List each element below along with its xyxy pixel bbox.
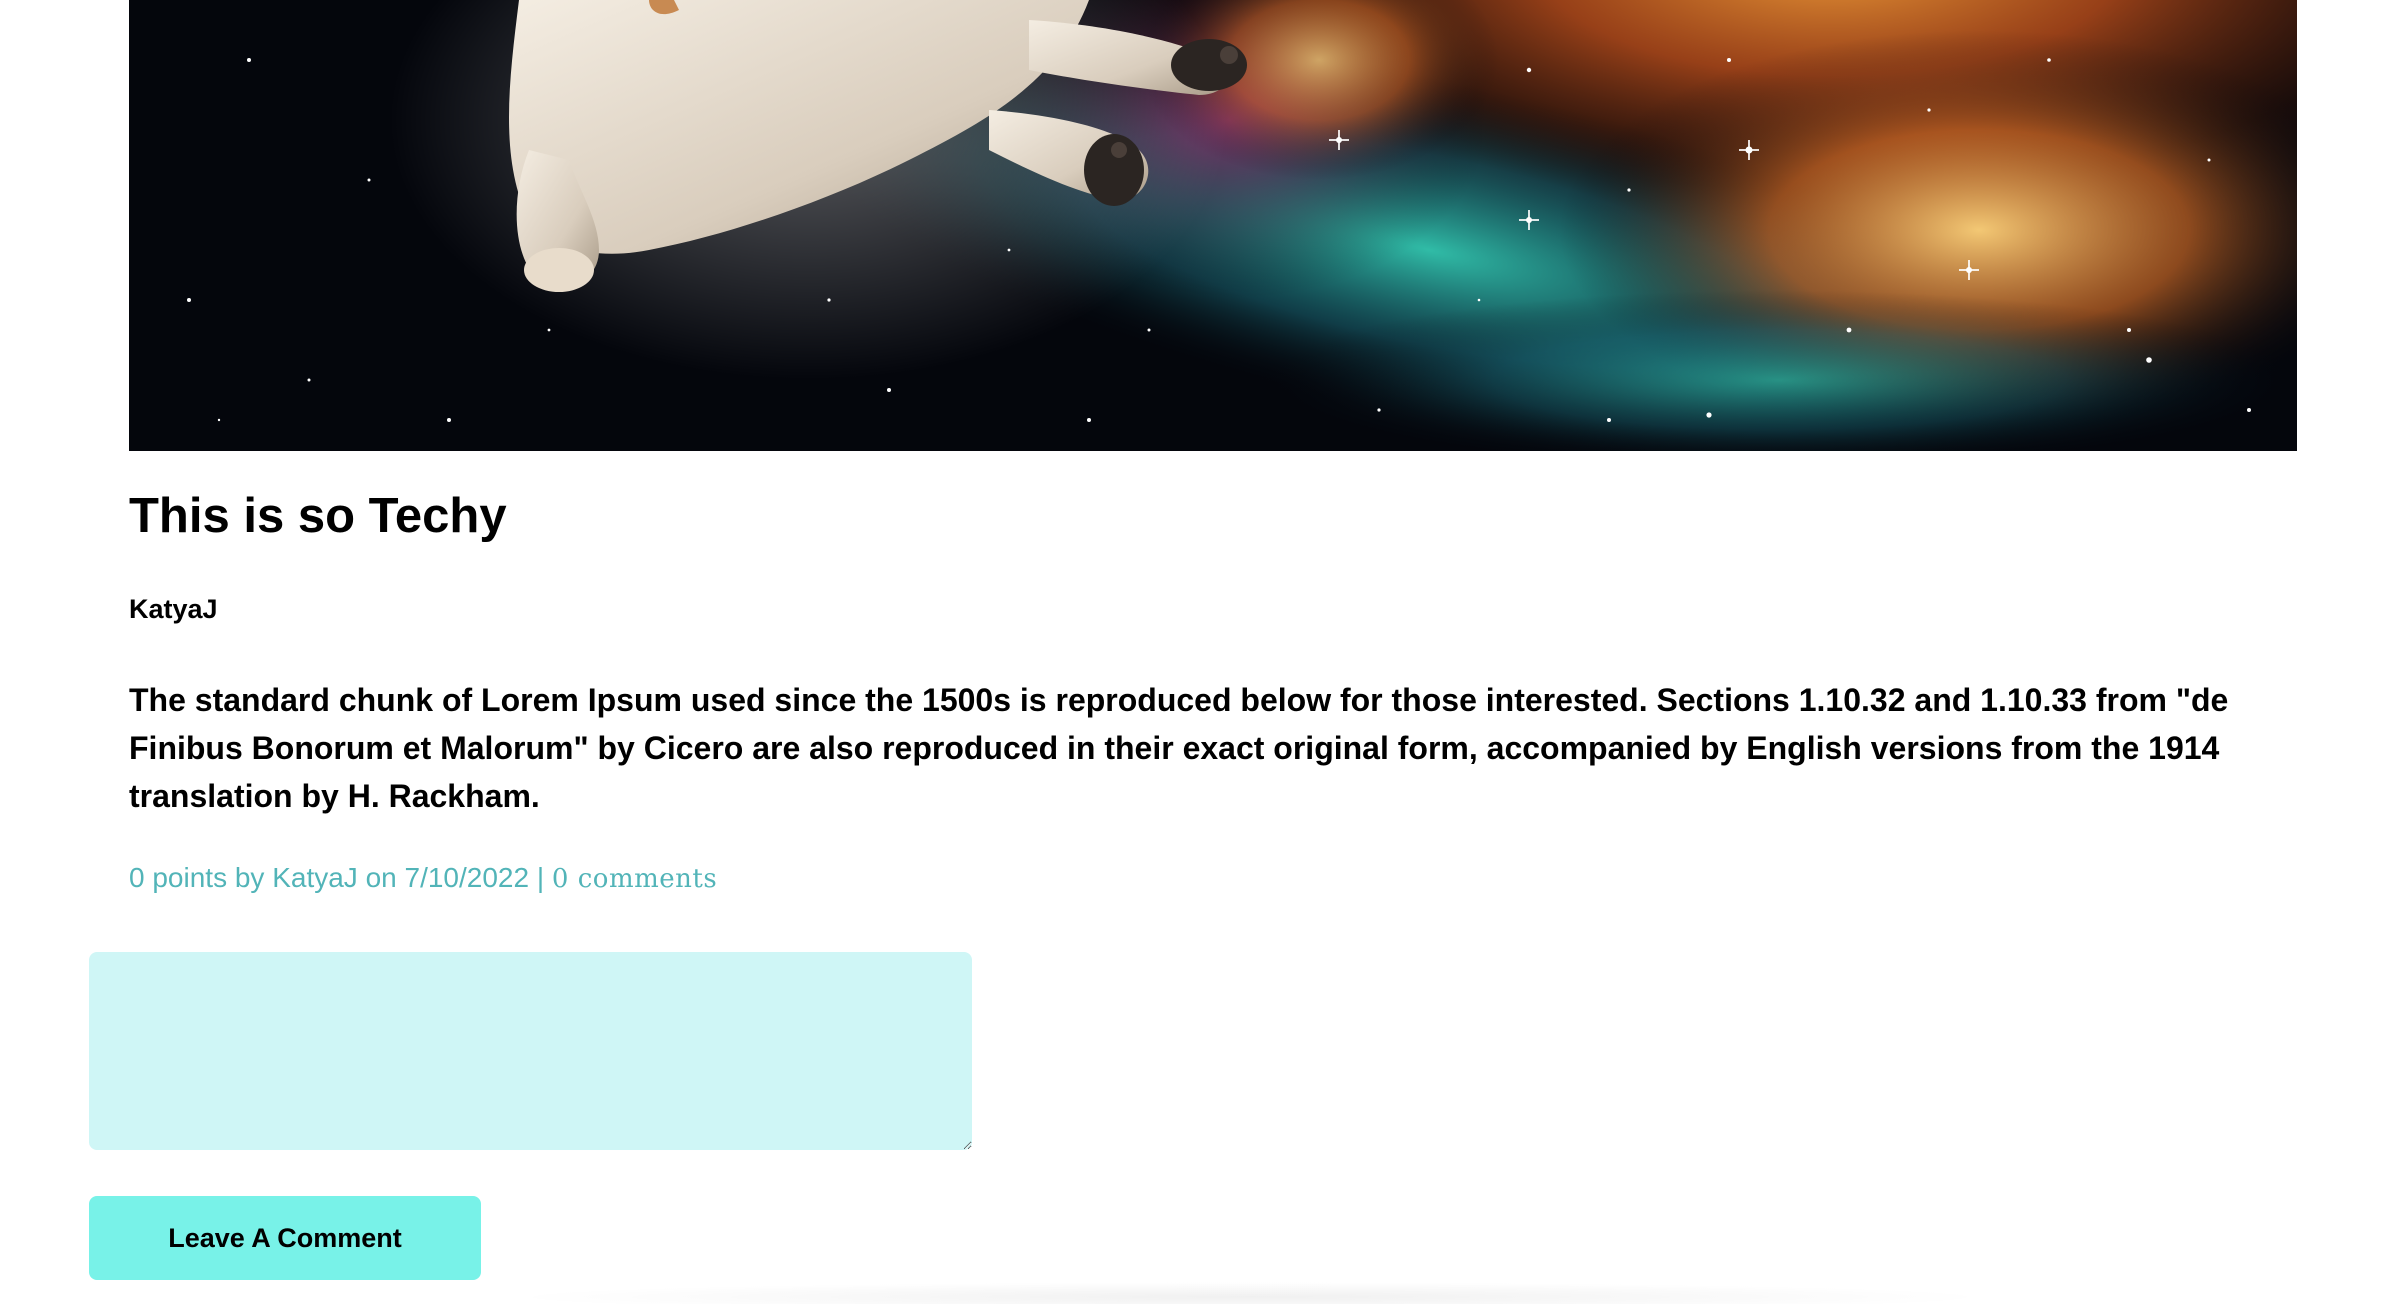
post-page: This is so Techy KatyaJ The standard chu… bbox=[0, 0, 2406, 1304]
hero-image bbox=[129, 0, 2297, 451]
post-meta: 0 points by KatyaJ on 7/10/2022 | 0 comm… bbox=[129, 858, 717, 899]
comment-textarea[interactable] bbox=[89, 952, 972, 1150]
post-author: KatyaJ bbox=[129, 594, 218, 624]
footer-shadow bbox=[500, 1282, 2000, 1304]
meta-separator: | bbox=[536, 862, 545, 893]
leave-comment-button[interactable]: Leave A Comment bbox=[89, 1196, 481, 1280]
post-points-text: 0 points by KatyaJ on 7/10/2022 bbox=[129, 862, 530, 893]
space-dog-image bbox=[129, 0, 2297, 451]
post-title: This is so Techy bbox=[129, 489, 507, 543]
comments-link[interactable]: 0 comments bbox=[552, 864, 717, 894]
post-body: The standard chunk of Lorem Ipsum used s… bbox=[129, 682, 2229, 814]
